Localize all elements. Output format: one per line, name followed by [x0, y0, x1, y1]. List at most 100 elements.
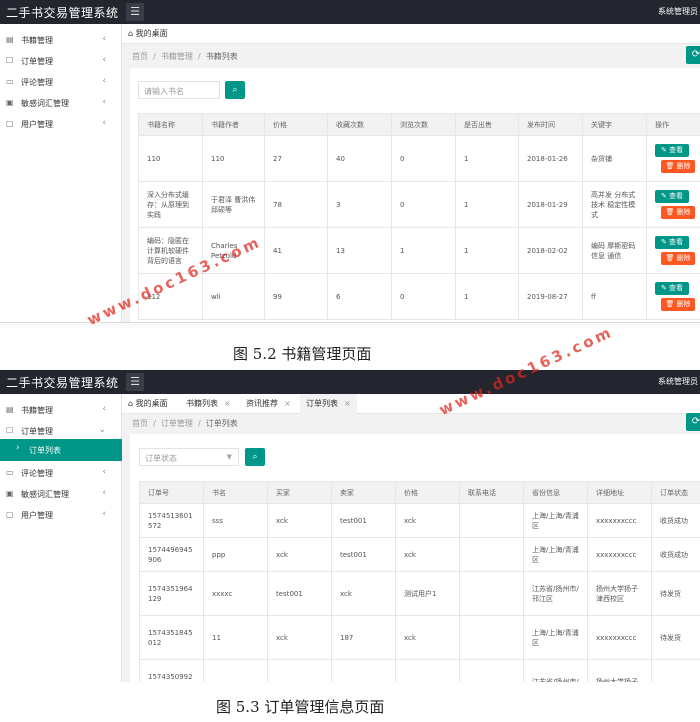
column-header[interactable]: 书名	[203, 481, 268, 504]
book-search-input[interactable]: 请输入书名	[138, 81, 220, 99]
column-header[interactable]: 发布时间	[518, 113, 583, 136]
delete-button[interactable]: 🗑 删除	[661, 206, 695, 219]
column-header[interactable]: 收藏次数	[327, 113, 392, 136]
comment-icon: ▭	[6, 77, 14, 86]
sidebar-item-sensitive-words[interactable]: ▣ 敏感词汇管理 ‹	[0, 93, 122, 113]
delete-button[interactable]: 🗑 删除	[661, 298, 695, 311]
chevron-left-icon: ‹	[102, 488, 106, 498]
table-row: 深入分布式缓存：从原理到实践 于君泽 曹洪伟 邱硕等 78 3 0 1 2018…	[138, 181, 700, 228]
user-menu[interactable]: 系统管理员	[658, 376, 698, 387]
table-row: 1574351845012 11 xck 187 xck 上海/上海/青浦区 x…	[139, 615, 700, 660]
book-icon: ▤	[6, 405, 14, 414]
column-header[interactable]: 书籍名称	[138, 113, 203, 136]
menu-toggle-icon[interactable]: ☰	[126, 373, 144, 391]
search-button[interactable]: ⌕	[225, 81, 245, 99]
column-header[interactable]: 操作	[646, 113, 700, 136]
chevron-left-icon: ‹	[102, 34, 106, 44]
sidebar-item-comments[interactable]: ▭ 评论管理 ‹	[0, 463, 122, 483]
view-button[interactable]: ✎ 查看	[655, 236, 689, 249]
row-actions: ✎ 查看 🗑 删除	[646, 227, 700, 274]
column-header[interactable]: 价格	[264, 113, 328, 136]
table-header: 订单号 书名 买家 卖家 价格 联系电话 省份信息 详细地址 订单状态	[139, 481, 700, 504]
book-management-screenshot: 二手书交易管理系统 ☰ 系统管理员 ▤ 书籍管理 ‹ ☐ 订单管理 ‹ ▭ 评论…	[0, 0, 700, 324]
delete-button[interactable]: 🗑 删除	[661, 252, 695, 265]
sidebar-item-users[interactable]: ▢ 用户管理 ‹	[0, 114, 122, 134]
close-icon[interactable]: ×	[224, 399, 231, 408]
sidebar-item-orders[interactable]: ☐ 订单管理 ‹	[0, 51, 122, 71]
refresh-button[interactable]: ⟳	[686, 413, 700, 431]
tab-news[interactable]: 资讯推荐 ×	[240, 394, 297, 414]
view-button[interactable]: ✎ 查看	[655, 190, 689, 203]
sidebar-item-orders[interactable]: ☐ 订单管理 ⌄	[0, 421, 122, 441]
view-button[interactable]: ✎ 查看	[655, 144, 689, 157]
top-bar: 二手书交易管理系统 ☰ 系统管理员	[0, 370, 700, 394]
refresh-icon: ⟳	[691, 416, 700, 427]
breadcrumb-section[interactable]: 书籍管理	[161, 52, 193, 61]
breadcrumb: 首页 / 书籍管理 / 书籍列表	[132, 52, 238, 61]
user-icon: ▢	[6, 510, 14, 519]
app-title: 二手书交易管理系统	[6, 376, 119, 390]
column-header[interactable]: 订单状态	[651, 481, 700, 504]
view-button[interactable]: ✎ 查看	[655, 282, 689, 295]
chevron-down-icon: ⌄	[98, 425, 106, 435]
sidebar-item-books[interactable]: ▤ 书籍管理 ‹	[0, 30, 122, 50]
refresh-button[interactable]: ⟳	[686, 46, 700, 64]
chevron-left-icon: ‹	[102, 509, 106, 519]
sidebar-item-users[interactable]: ▢ 用户管理 ‹	[0, 505, 122, 525]
tab-home[interactable]: ⌂ 我的桌面	[122, 24, 174, 44]
sidebar-item-comments[interactable]: ▭ 评论管理 ‹	[0, 72, 122, 92]
column-header[interactable]: 订单号	[139, 481, 204, 504]
book-icon: ▤	[6, 35, 14, 44]
search-button[interactable]: ⌕	[245, 448, 265, 466]
column-header[interactable]: 浏览次数	[391, 113, 456, 136]
sidebar: ▤ 书籍管理 ‹ ☐ 订单管理 ⌄ › 订单列表 ▭ 评论管理 ‹ ▣ 敏感词汇…	[0, 394, 122, 682]
breadcrumb-home[interactable]: 首页	[132, 52, 148, 61]
user-menu[interactable]: 系统管理员	[658, 6, 698, 17]
app-title: 二手书交易管理系统	[6, 6, 119, 20]
sidebar-item-order-list[interactable]: › 订单列表	[0, 439, 122, 461]
tab-bar: ⌂ 我的桌面	[122, 24, 700, 44]
sidebar-item-books[interactable]: ▤ 书籍管理 ‹	[0, 400, 122, 420]
row-actions: ✎ 查看 🗑 删除	[646, 135, 700, 182]
content-panel: 请输入书名 ⌕ 书籍名称 书籍作者 价格 收藏次数 浏览次数 是否出售 发布时间…	[130, 68, 700, 324]
column-header[interactable]: 价格	[395, 481, 460, 504]
home-icon: ⌂	[128, 29, 134, 38]
menu-toggle-icon[interactable]: ☰	[126, 3, 144, 21]
column-header[interactable]: 联系电话	[459, 481, 524, 504]
row-actions: ✎ 查看 🗑 删除	[646, 181, 700, 228]
comment-icon: ▭	[6, 468, 14, 477]
column-header[interactable]: 详细地址	[587, 481, 652, 504]
column-header[interactable]: 书籍作者	[202, 113, 265, 136]
tab-book-list[interactable]: 书籍列表 ×	[180, 394, 237, 414]
home-icon: ⌂	[128, 399, 134, 408]
column-header[interactable]: 省份信息	[523, 481, 588, 504]
breadcrumb-current: 订单列表	[205, 419, 238, 428]
column-header[interactable]: 买家	[267, 481, 332, 504]
close-icon[interactable]: ×	[344, 399, 351, 408]
user-icon: ▢	[6, 119, 14, 128]
column-header[interactable]: 关键字	[582, 113, 647, 136]
sidebar-item-sensitive-words[interactable]: ▣ 敏感词汇管理 ‹	[0, 484, 122, 504]
tab-order-list[interactable]: 订单列表 ×	[300, 394, 357, 414]
column-header[interactable]: 是否出售	[455, 113, 519, 136]
delete-button[interactable]: 🗑 删除	[661, 160, 695, 173]
sidebar: ▤ 书籍管理 ‹ ☐ 订单管理 ‹ ▭ 评论管理 ‹ ▣ 敏感词汇管理 ‹ ▢ …	[0, 24, 122, 324]
breadcrumb-section[interactable]: 订单管理	[161, 419, 193, 428]
chevron-right-icon: ›	[16, 443, 20, 453]
books-table: 书籍名称 书籍作者 价格 收藏次数 浏览次数 是否出售 发布时间 关键字 操作 …	[138, 113, 700, 320]
search-icon: ⌕	[232, 85, 238, 95]
orders-table: 订单号 书名 买家 卖家 价格 联系电话 省份信息 详细地址 订单状态 1574…	[139, 481, 700, 682]
close-icon[interactable]: ×	[284, 399, 291, 408]
word-icon: ▣	[6, 98, 14, 107]
figure-caption: 图 5.2 书籍管理页面	[233, 345, 372, 363]
order-management-screenshot: 二手书交易管理系统 ☰ 系统管理员 ▤ 书籍管理 ‹ ☐ 订单管理 ⌄ › 订单…	[0, 370, 700, 682]
order-status-select[interactable]: 订单状态 ▼	[139, 448, 239, 466]
breadcrumb-home[interactable]: 首页	[132, 419, 148, 428]
column-header[interactable]: 卖家	[331, 481, 396, 504]
chevron-left-icon: ‹	[102, 55, 106, 65]
tab-home[interactable]: ⌂ 我的桌面	[122, 394, 174, 414]
refresh-icon: ⟳	[691, 49, 700, 60]
top-bar: 二手书交易管理系统 ☰ 系统管理员	[0, 0, 700, 24]
table-header: 书籍名称 书籍作者 价格 收藏次数 浏览次数 是否出售 发布时间 关键字 操作	[138, 113, 700, 136]
table-row: 1574351964129 xxxxc test001 xck 测试用户1 江苏…	[139, 571, 700, 616]
